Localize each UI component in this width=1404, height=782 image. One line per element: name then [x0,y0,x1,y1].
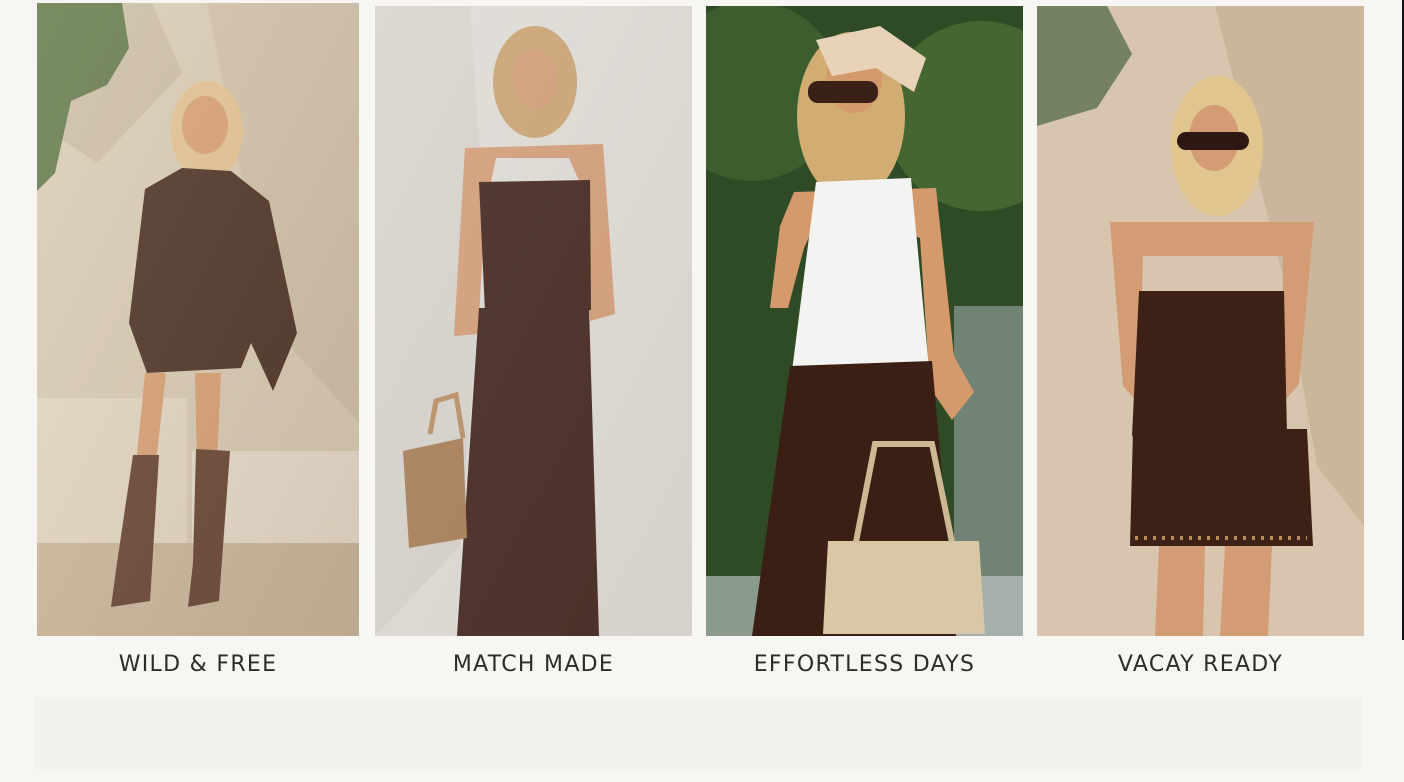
collection-title-match-made[interactable]: MATCH MADE [375,652,692,677]
effortless-days-handbag [823,541,985,634]
collection-title-effortless-days[interactable]: EFFORTLESS DAYS [706,652,1023,677]
collection-title-vacay-ready[interactable]: VACAY READY [1037,652,1364,677]
effortless-days-illustration [706,6,1023,636]
collection-image-wild-free[interactable] [37,3,359,636]
match-made-illustration [375,6,692,636]
collection-image-match-made[interactable] [375,6,692,636]
effortless-days-sunglasses [808,81,878,103]
vacay-ready-leg-right [1220,546,1272,636]
bottom-banner [33,697,1361,769]
vacay-ready-sunglasses [1177,132,1249,150]
vacay-ready-illustration [1037,6,1364,636]
collection-grid: WILD & FREE [0,0,1404,782]
match-made-sun-overlay [375,6,692,636]
collection-image-effortless-days[interactable] [706,6,1023,636]
vacay-ready-leg-left [1155,546,1205,636]
collection-image-vacay-ready[interactable] [1037,6,1364,636]
wild-free-sun-overlay [37,3,359,636]
collection-title-wild-free[interactable]: WILD & FREE [37,652,359,677]
vacay-ready-skirt [1130,429,1313,546]
wild-free-illustration [37,3,359,636]
